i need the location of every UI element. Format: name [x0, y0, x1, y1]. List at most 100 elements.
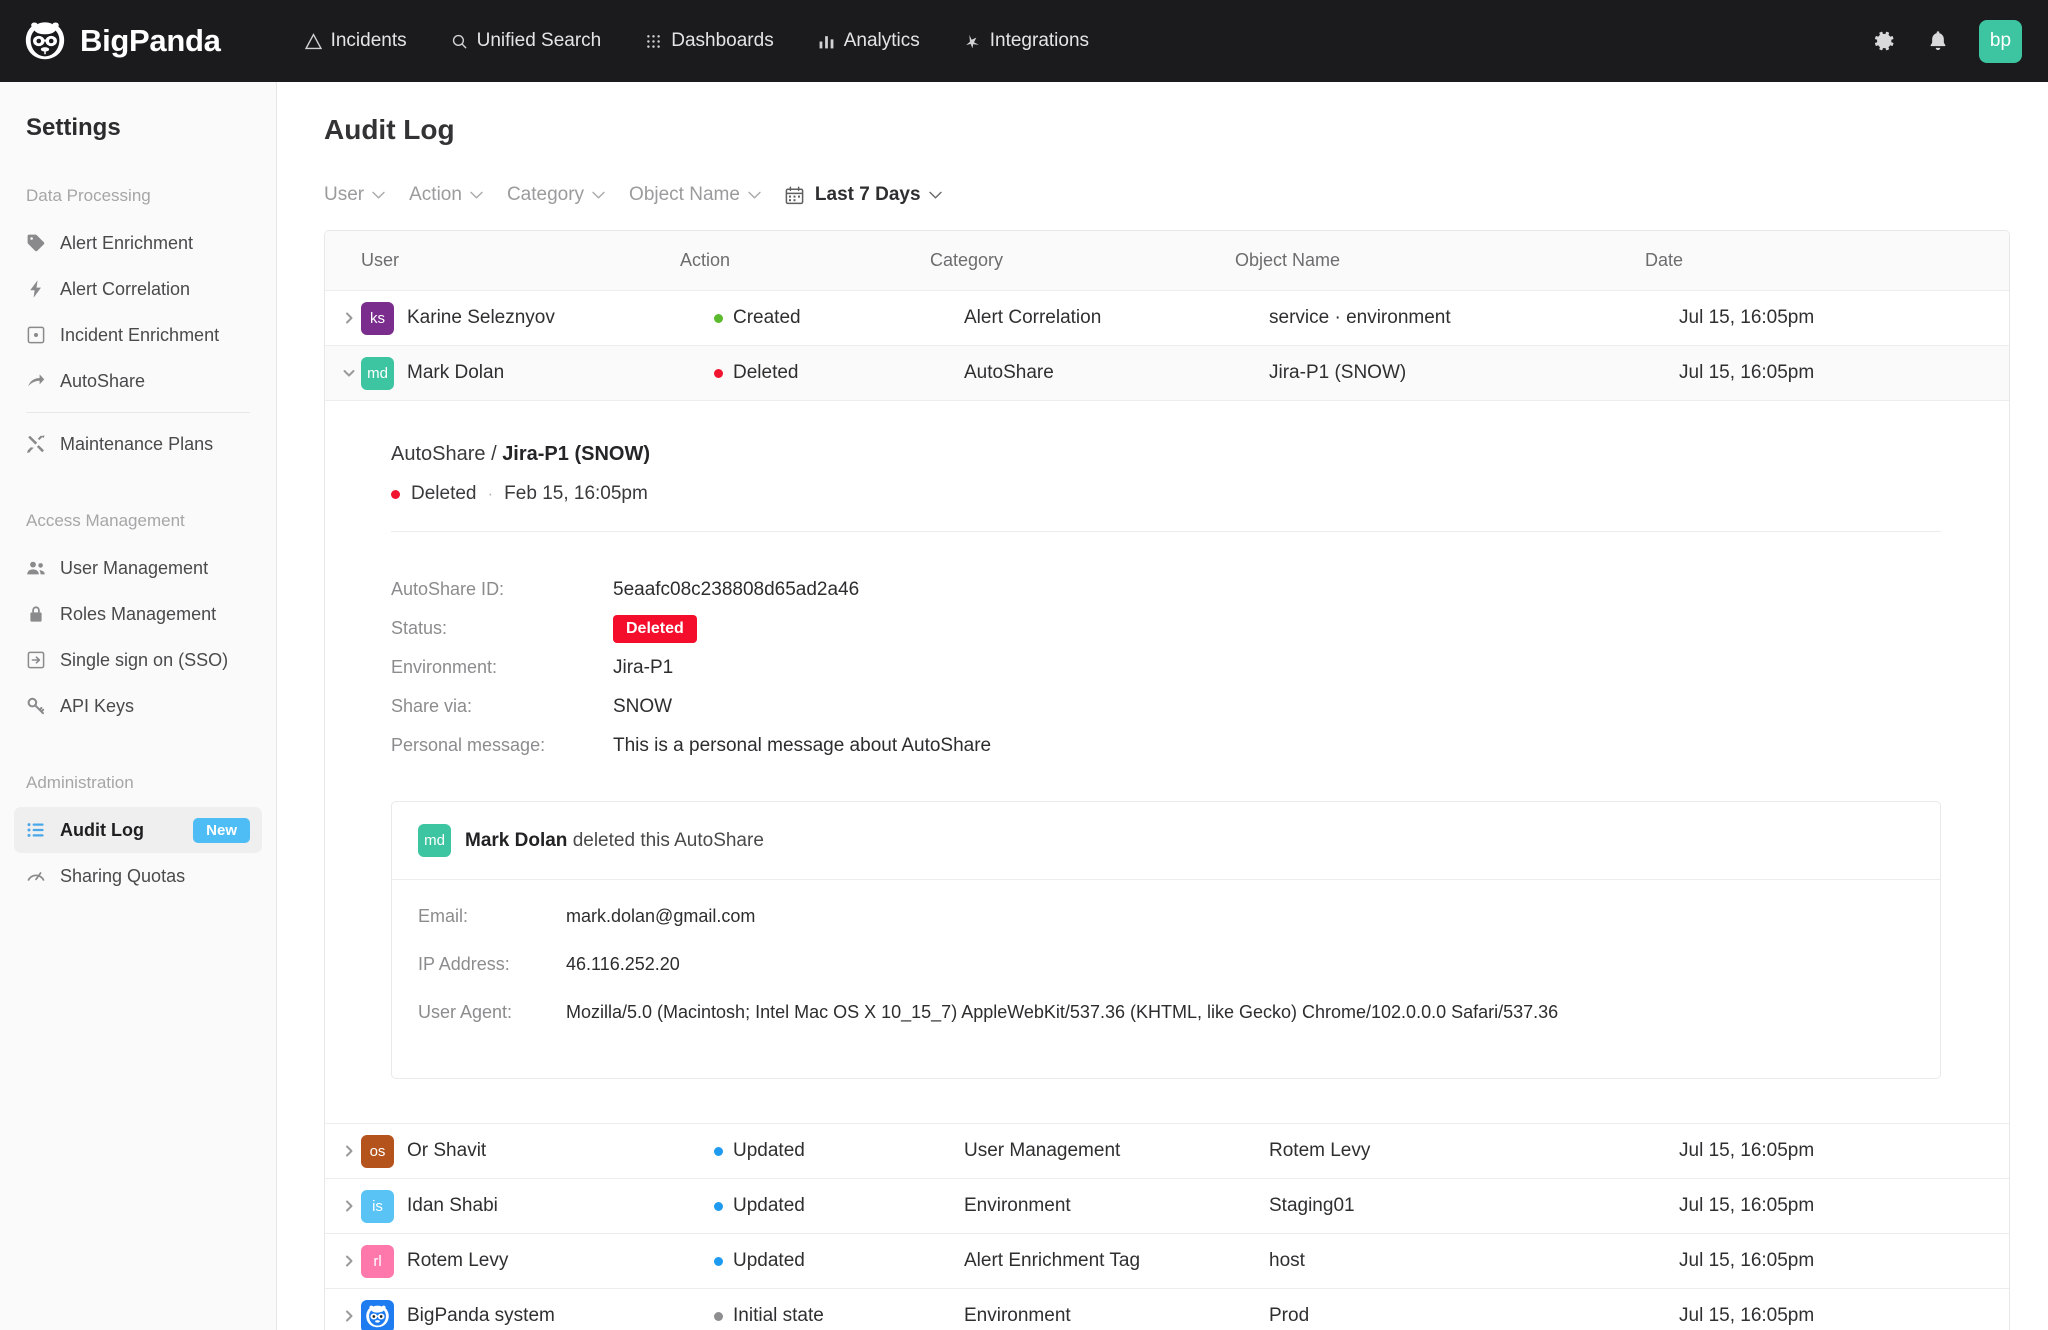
sidebar-group-label-data-processing: Data Processing: [0, 186, 276, 206]
cell-user: Rotem Levy: [407, 1250, 508, 1272]
nav-item-unified-search[interactable]: Unified Search: [429, 20, 624, 62]
detail-status-line: Deleted · Feb 15, 16:05pm: [391, 483, 2009, 505]
sidebar-item-sharing-quotas[interactable]: Sharing Quotas: [14, 853, 262, 899]
nav-item-incidents[interactable]: Incidents: [283, 20, 429, 62]
detail-field-autoshare-id: AutoShare ID: 5eaafc08c238808d65ad2a46: [391, 570, 2009, 609]
table-row[interactable]: md Mark Dolan Deleted AutoShare Jira-P1 …: [325, 346, 2009, 401]
filter-action[interactable]: Action: [409, 180, 497, 210]
cell-action: Updated: [733, 1195, 805, 1217]
cell-category: Environment: [964, 1305, 1269, 1327]
cell-category: Alert Correlation: [964, 307, 1269, 329]
status-dot: [391, 490, 400, 499]
status-dot: [714, 1312, 723, 1321]
sidebar-item-label: Single sign on (SSO): [60, 650, 228, 671]
nav-item-integrations[interactable]: Integrations: [942, 20, 1111, 62]
cell-date: Jul 15, 16:05pm: [1679, 1305, 2009, 1327]
sidebar-item-audit-log[interactable]: Audit Log New: [14, 807, 262, 853]
sidebar-item-incident-enrichment[interactable]: Incident Enrichment: [14, 312, 262, 358]
status-dot: [714, 369, 723, 378]
field-label: Share via:: [391, 696, 613, 717]
avatar: ks: [361, 302, 394, 335]
user-avatar-chip[interactable]: bp: [1979, 20, 2022, 63]
filter-date-range[interactable]: Last 7 Days: [785, 180, 956, 210]
row-collapse-toggle[interactable]: [325, 367, 359, 379]
detail-timestamp: Feb 15, 16:05pm: [504, 483, 648, 505]
key-icon: [26, 696, 46, 716]
filter-object-name[interactable]: Object Name: [629, 180, 775, 210]
table-row[interactable]: is Idan Shabi Updated Environment Stagin…: [325, 1179, 2009, 1234]
tools-icon: [26, 434, 46, 454]
bar-chart-icon: [818, 33, 835, 50]
share-arrow-icon: [26, 371, 46, 391]
row-expand-toggle[interactable]: [325, 1145, 359, 1157]
filter-label: Action: [409, 184, 462, 206]
grid-dots-icon: [645, 33, 662, 50]
sidebar-item-label: Alert Correlation: [60, 279, 190, 300]
gear-icon[interactable]: [1871, 28, 1897, 54]
sidebar-item-roles-management[interactable]: Roles Management: [14, 591, 262, 637]
square-dot-icon: [26, 325, 46, 345]
people-icon: [26, 558, 46, 578]
table-row[interactable]: rl Rotem Levy Updated Alert Enrichment T…: [325, 1234, 2009, 1289]
detail-field-share-via: Share via: SNOW: [391, 687, 2009, 726]
nav-item-analytics[interactable]: Analytics: [796, 20, 942, 62]
field-value: 5eaafc08c238808d65ad2a46: [613, 579, 859, 601]
actor-header: md Mark Dolan deleted this AutoShare: [392, 802, 1940, 880]
cell-user: BigPanda system: [407, 1305, 555, 1327]
cell-user: Or Shavit: [407, 1140, 486, 1162]
table-row[interactable]: ks Karine Seleznyov Created Alert Correl…: [325, 291, 2009, 346]
lightning-icon: [26, 279, 46, 299]
row-expand-toggle[interactable]: [325, 1310, 359, 1322]
sidebar-item-user-management[interactable]: User Management: [14, 545, 262, 591]
chevron-right-icon: [343, 1255, 355, 1267]
status-badge-new: New: [193, 818, 250, 843]
table-row[interactable]: BigPanda system Initial state Environmen…: [325, 1289, 2009, 1330]
cell-object-name: Jira-P1 (SNOW): [1269, 362, 1679, 384]
field-label: Email:: [418, 906, 566, 927]
warning-triangle-icon: [305, 33, 322, 50]
filter-label: Object Name: [629, 184, 740, 206]
cell-object-name: host: [1269, 1250, 1679, 1272]
detail-field-personal-message: Personal message: This is a personal mes…: [391, 726, 2009, 765]
row-expand-toggle[interactable]: [325, 312, 359, 324]
row-expand-toggle[interactable]: [325, 1200, 359, 1212]
sidebar-item-alert-enrichment[interactable]: Alert Enrichment: [14, 220, 262, 266]
sidebar-item-alert-correlation[interactable]: Alert Correlation: [14, 266, 262, 312]
cell-object-name: Rotem Levy: [1269, 1140, 1679, 1162]
brand-name: BigPanda: [80, 23, 221, 59]
chevron-right-icon: [343, 1310, 355, 1322]
brand-logo-link[interactable]: BigPanda: [22, 18, 221, 64]
search-icon: [451, 33, 468, 50]
sidebar-item-api-keys[interactable]: API Keys: [14, 683, 262, 729]
cell-action: Updated: [733, 1140, 805, 1162]
status-badge: Deleted: [613, 615, 697, 643]
plug-icon: [964, 33, 981, 50]
cell-action: Deleted: [733, 362, 799, 384]
chevron-right-icon: [343, 1145, 355, 1157]
column-header-date: Date: [1645, 250, 2009, 271]
cell-date: Jul 15, 16:05pm: [1679, 1250, 2009, 1272]
field-label: Personal message:: [391, 735, 613, 756]
sidebar-item-maintenance-plans[interactable]: Maintenance Plans: [14, 421, 262, 467]
sidebar-item-autoshare[interactable]: AutoShare: [14, 358, 262, 404]
lock-icon: [26, 604, 46, 624]
bigpanda-logo-icon: [364, 1303, 391, 1330]
sidebar-item-single-sign-on[interactable]: Single sign on (SSO): [14, 637, 262, 683]
nav-item-label: Incidents: [331, 30, 407, 52]
sidebar-item-label: Sharing Quotas: [60, 866, 185, 887]
row-expand-toggle[interactable]: [325, 1255, 359, 1267]
status-dot: [714, 314, 723, 323]
filter-user[interactable]: User: [324, 180, 399, 210]
detail-field-status: Status: Deleted: [391, 609, 2009, 648]
table-header-row: User Action Category Object Name Date: [325, 231, 2009, 291]
filter-category[interactable]: Category: [507, 180, 619, 210]
actor-name: Mark Dolan: [465, 830, 567, 851]
detail-breadcrumb-name: Jira-P1 (SNOW): [502, 443, 650, 465]
cell-category: Alert Enrichment Tag: [964, 1250, 1269, 1272]
sidebar-item-label: Roles Management: [60, 604, 216, 625]
actor-field-user-agent: User Agent: Mozilla/5.0 (Macintosh; Inte…: [418, 1002, 1914, 1050]
bell-icon[interactable]: [1925, 28, 1951, 54]
field-value: Mozilla/5.0 (Macintosh; Intel Mac OS X 1…: [566, 1002, 1558, 1023]
table-row[interactable]: os Or Shavit Updated User Management Rot…: [325, 1124, 2009, 1179]
nav-item-dashboards[interactable]: Dashboards: [623, 20, 795, 62]
